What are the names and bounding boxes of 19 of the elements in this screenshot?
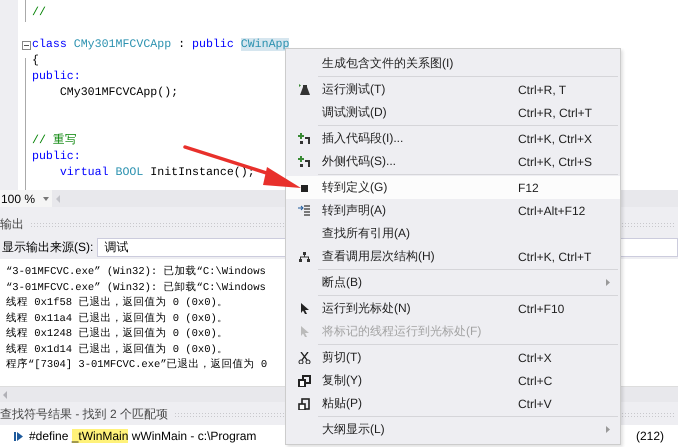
code-line: public: [32, 149, 81, 165]
output-line: “3-01MFCVC.exe” (Win32): 已加载“C:\Windows [6, 266, 266, 278]
code-line: virtual BOOL InitInstance(); [58, 165, 255, 181]
result-text: (212) [636, 429, 664, 443]
code-line: public: [32, 69, 81, 85]
code-line: { [32, 53, 39, 69]
output-line: “3-01MFCVC.exe” (Win32): 已卸载“C:\Windows [6, 282, 266, 294]
source-label: 显示输出来源(S): [2, 238, 94, 256]
output-line: 程序“[7304] 3-01MFCVC.exe”已退出，返回值为 0 [6, 359, 268, 371]
output-line: 线程 0x1f58 已退出，返回值为 0 (0x0)。 [6, 297, 228, 309]
output-line: 线程 0x1248 已退出，返回值为 0 (0x0)。 [6, 328, 228, 340]
code-line: class CMy301MFCVCApp : public CWinApp [32, 37, 290, 53]
output-line: 线程 0x11a4 已退出，返回值为 0 (0x0)。 [6, 312, 228, 324]
panel-title: 查找符号结果 - 找到 2 个匹配项 [0, 406, 168, 422]
panel-title: 输出 [0, 216, 24, 232]
output-line: 线程 0x1d14 已退出，返回值为 0 (0x0)。 [6, 344, 228, 356]
code-line: // [32, 5, 46, 21]
code-line: // 重写 [32, 133, 77, 149]
code-line: CMy301MFCVCApp(); [58, 85, 178, 101]
